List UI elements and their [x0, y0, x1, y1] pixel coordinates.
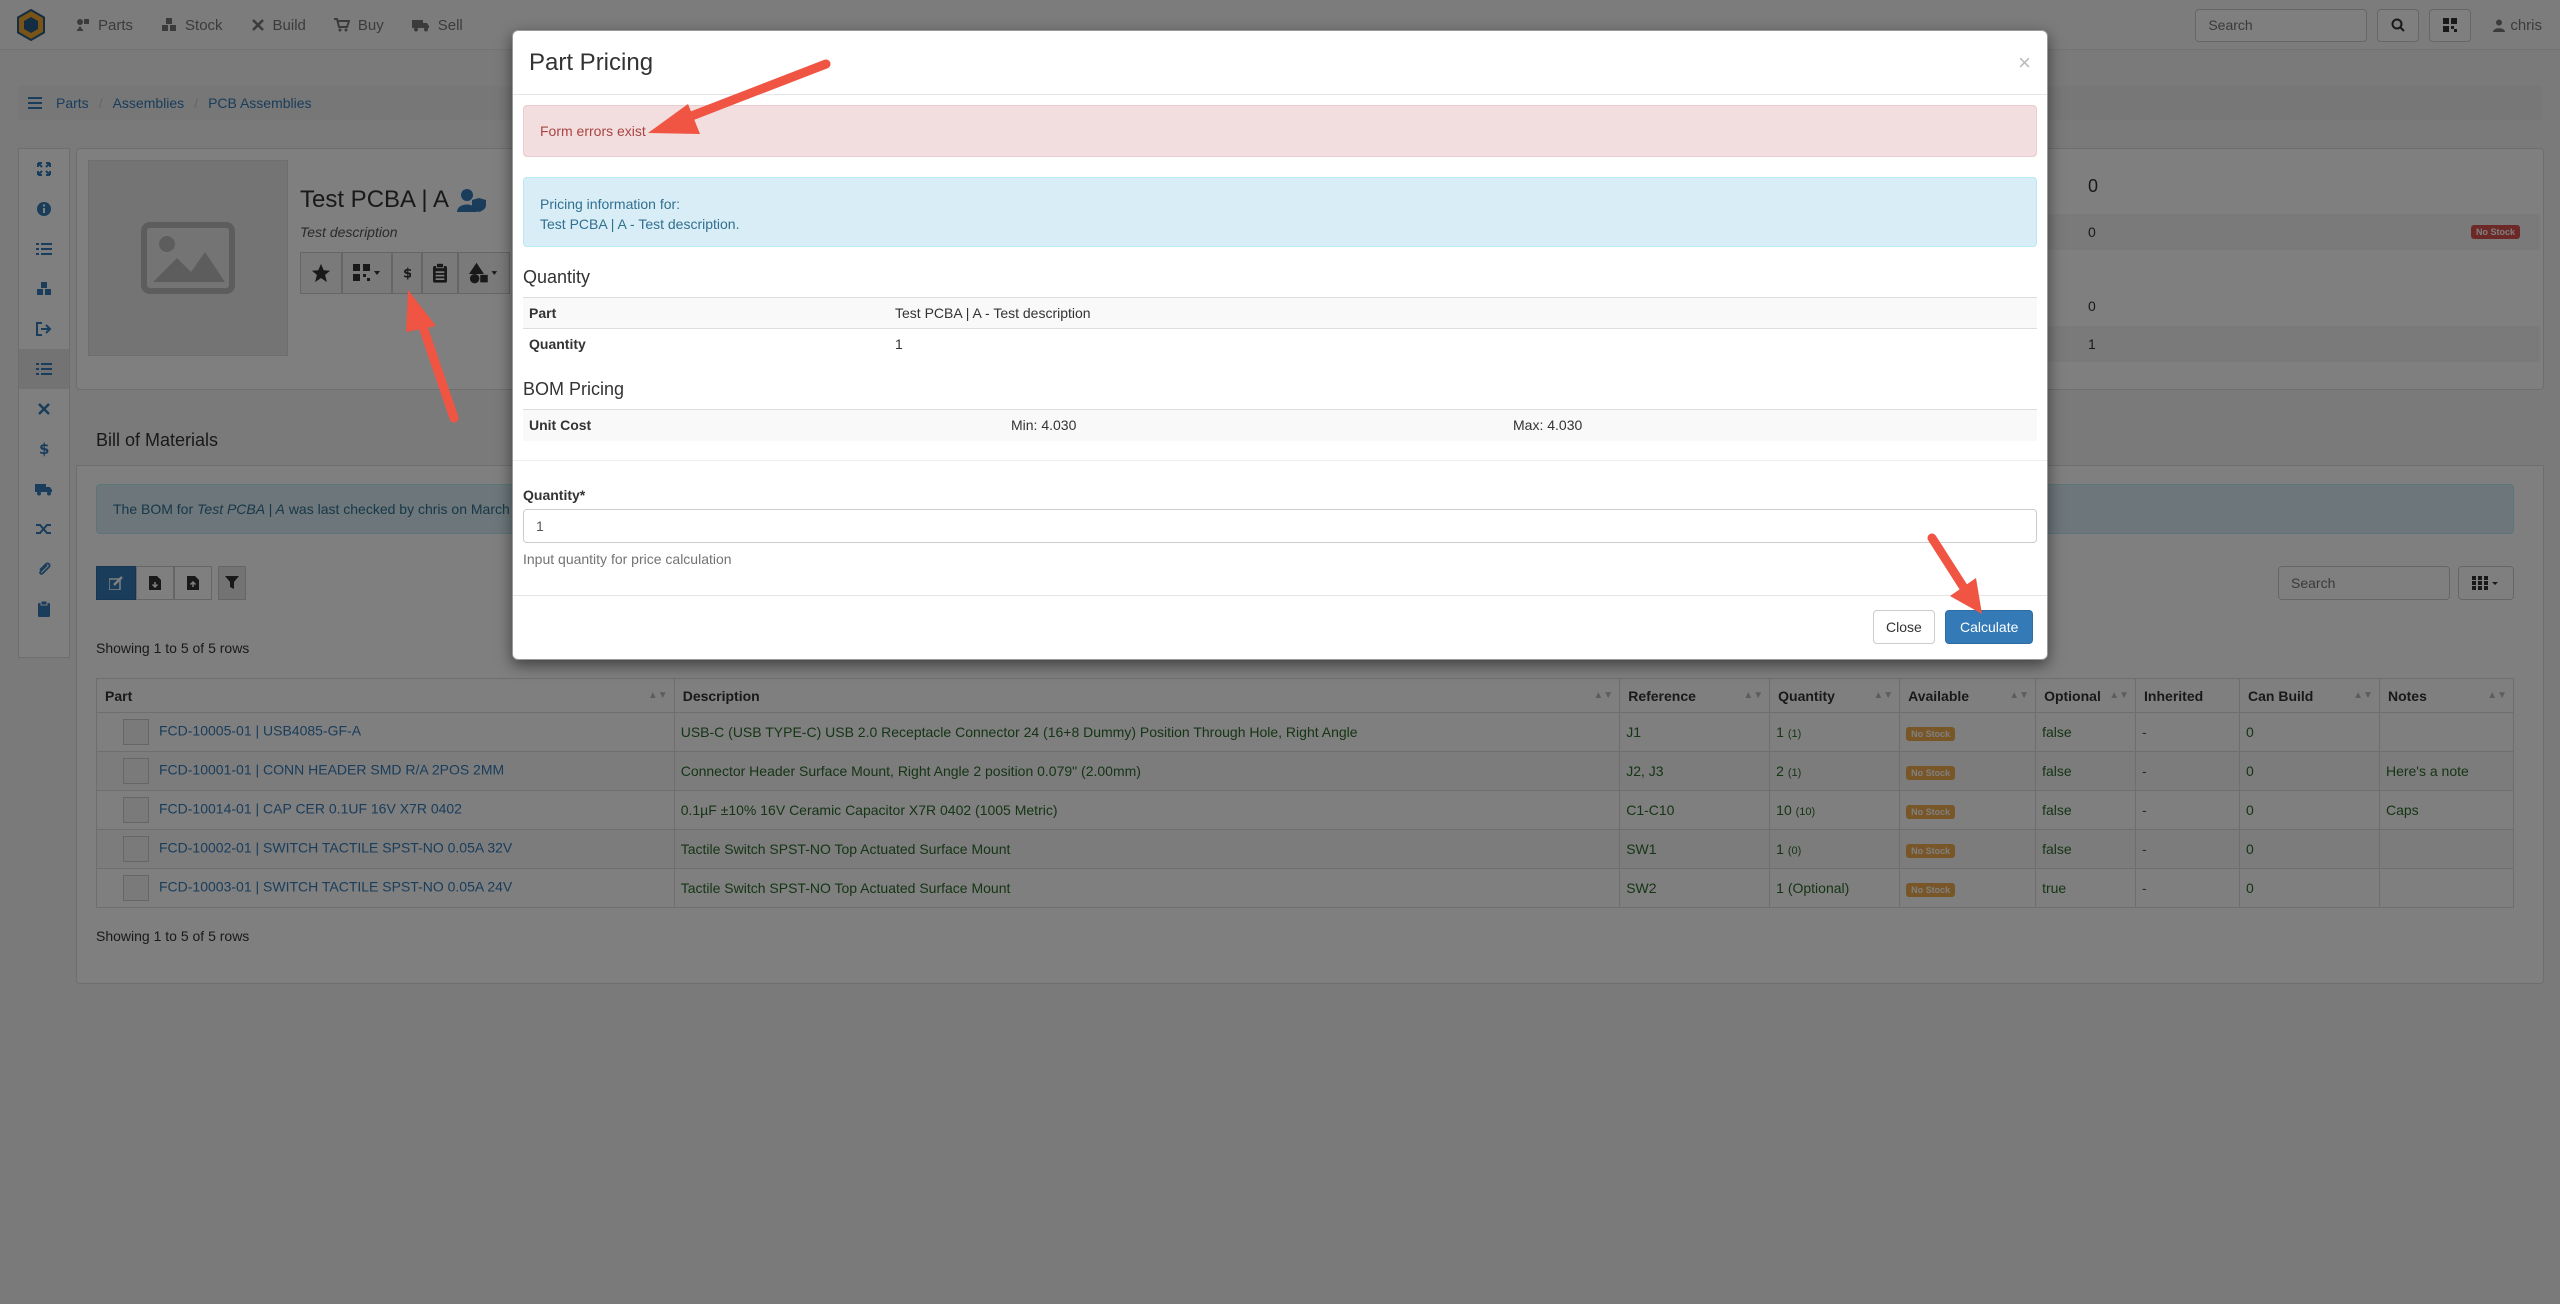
- quantity-section-heading: Quantity: [523, 267, 591, 287]
- modal-footer: Close Calculate: [513, 595, 2047, 659]
- table-row: Quantity 1: [523, 328, 2037, 360]
- quantity-input-help: Input quantity for price calculation: [523, 551, 732, 567]
- unit-cost-label: Unit Cost: [523, 409, 1005, 441]
- form-error-text: Form errors exist: [540, 123, 646, 139]
- quantity-label: Quantity: [523, 328, 889, 360]
- table-row: Unit Cost Min: 4.030 Max: 4.030: [523, 409, 2037, 441]
- bom-pricing-table: Unit Cost Min: 4.030 Max: 4.030: [523, 409, 2037, 441]
- modal-title: Part Pricing: [529, 48, 654, 76]
- part-label: Part: [523, 297, 889, 329]
- modal-divider: [513, 460, 2047, 461]
- pricing-info-line2: Test PCBA | A - Test description.: [540, 216, 740, 232]
- calculate-button[interactable]: Calculate: [1945, 610, 2034, 644]
- unit-cost-max: Max: 4.030: [1507, 409, 2037, 441]
- quantity-value: 1: [889, 328, 2037, 360]
- modal-close-x-button[interactable]: ×: [2018, 50, 2031, 76]
- unit-cost-min: Min: 4.030: [1005, 409, 1507, 441]
- quantity-input-label: Quantity*: [523, 487, 586, 503]
- table-row: Part Test PCBA | A - Test description: [523, 297, 2037, 329]
- quantity-input[interactable]: [523, 509, 2037, 543]
- form-error-alert: Form errors exist: [523, 105, 2037, 157]
- close-button[interactable]: Close: [1873, 610, 1935, 644]
- bom-pricing-heading: BOM Pricing: [523, 379, 625, 399]
- pricing-info-line1: Pricing information for:: [540, 196, 681, 212]
- pricing-info-alert: Pricing information for: Test PCBA | A -…: [523, 177, 2037, 247]
- quantity-table: Part Test PCBA | A - Test description Qu…: [523, 297, 2037, 360]
- part-value: Test PCBA | A - Test description: [889, 297, 2037, 329]
- part-pricing-modal: Part Pricing × Form errors exist Pricing…: [512, 30, 2048, 660]
- modal-header: Part Pricing ×: [513, 31, 2047, 95]
